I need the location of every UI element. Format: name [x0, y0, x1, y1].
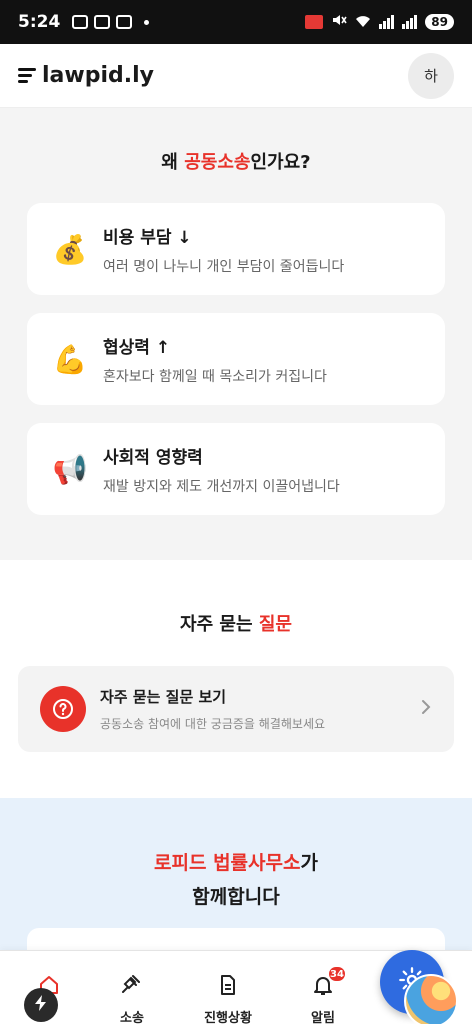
- floating-beach-icon[interactable]: [404, 974, 458, 1024]
- faq-section: 자주 묻는 질문 자주 묻는 질문 보기 공동소송 참여에 대한 궁금증을 해결…: [0, 560, 472, 798]
- quick-action-button[interactable]: [24, 988, 58, 1022]
- flexed-arm-icon: 💪: [52, 342, 88, 376]
- notification-icons: [72, 15, 150, 29]
- app-logo[interactable]: lawpid.ly: [18, 63, 154, 88]
- faq-link-card[interactable]: 자주 묻는 질문 보기 공동소송 참여에 대한 궁금증을 해결해보세요: [18, 666, 454, 752]
- document-icon: [216, 973, 240, 1001]
- nav-label: 소송: [120, 1011, 144, 1024]
- mute-icon: [331, 12, 347, 32]
- benefit-card-desc: 여러 명이 나누니 개인 부담이 줄어듭니다: [103, 258, 345, 275]
- faq-card-desc: 공동소송 참여에 대한 궁금증을 해결해보세요: [100, 717, 326, 731]
- bolt-icon: [33, 994, 49, 1016]
- megaphone-icon: 📢: [52, 452, 88, 486]
- gmail-icon: [94, 15, 111, 29]
- nav-label: 진행상황: [204, 1011, 252, 1024]
- benefit-card-title: 비용 부담 ↓: [103, 227, 192, 248]
- status-time: 5:24: [18, 12, 61, 32]
- gavel-icon: [120, 973, 144, 1001]
- partner-section-title: 로피드 법률사무소가 함께합니다: [154, 852, 318, 908]
- nav-lawsuit[interactable]: 소송: [92, 973, 172, 1024]
- screenshot-icon: [72, 15, 89, 29]
- benefit-card-desc: 혼자보다 함께일 때 목소리가 커집니다: [103, 368, 327, 385]
- more-notifications-icon: [144, 19, 150, 25]
- notification-badge: 34: [327, 965, 347, 983]
- nav-notifications[interactable]: 34 알림: [283, 965, 363, 1024]
- faq-card-title: 자주 묻는 질문 보기: [100, 688, 227, 706]
- signal-2-icon: [402, 15, 418, 29]
- why-section-title: 왜 공동소송인가요?: [161, 152, 311, 173]
- avatar[interactable]: 하: [408, 52, 454, 99]
- benefit-card-desc: 재발 방지와 제도 개선까지 이끌어냅니다: [103, 478, 340, 495]
- partner-section: 로피드 법률사무소가 함께합니다: [0, 798, 472, 968]
- benefit-card-negotiation: 💪 협상력 ↑ 혼자보다 함께일 때 목소리가 커집니다: [27, 313, 445, 405]
- benefit-card-title: 협상력 ↑: [103, 337, 171, 358]
- nav-progress[interactable]: 진행상황: [188, 973, 268, 1024]
- logo-text: lawpid.ly: [42, 63, 154, 88]
- cast-icon: [305, 15, 324, 29]
- why-section: 왜 공동소송인가요? 💰 비용 부담 ↓ 여러 명이 나누니 개인 부담이 줄어…: [0, 108, 472, 560]
- benefit-card-cost: 💰 비용 부담 ↓ 여러 명이 나누니 개인 부담이 줄어듭니다: [27, 203, 445, 295]
- benefit-card-social: 📢 사회적 영향력 재발 방지와 제도 개선까지 이끌어냅니다: [27, 423, 445, 515]
- app-bar: lawpid.ly 하: [0, 44, 472, 108]
- faq-section-title: 자주 묻는 질문: [180, 614, 292, 635]
- wifi-icon: [355, 13, 371, 32]
- voicemail-icon: [116, 15, 133, 29]
- status-bar: 5:24 89: [0, 0, 472, 44]
- benefit-card-title: 사회적 영향력: [103, 447, 203, 468]
- money-bag-icon: 💰: [52, 232, 88, 266]
- logo-icon: [18, 68, 36, 83]
- signal-icon: [379, 15, 395, 29]
- nav-label: 알림: [311, 1011, 335, 1024]
- chevron-right-icon: [420, 698, 432, 720]
- battery-level: 89: [425, 14, 454, 30]
- question-icon: [40, 686, 86, 732]
